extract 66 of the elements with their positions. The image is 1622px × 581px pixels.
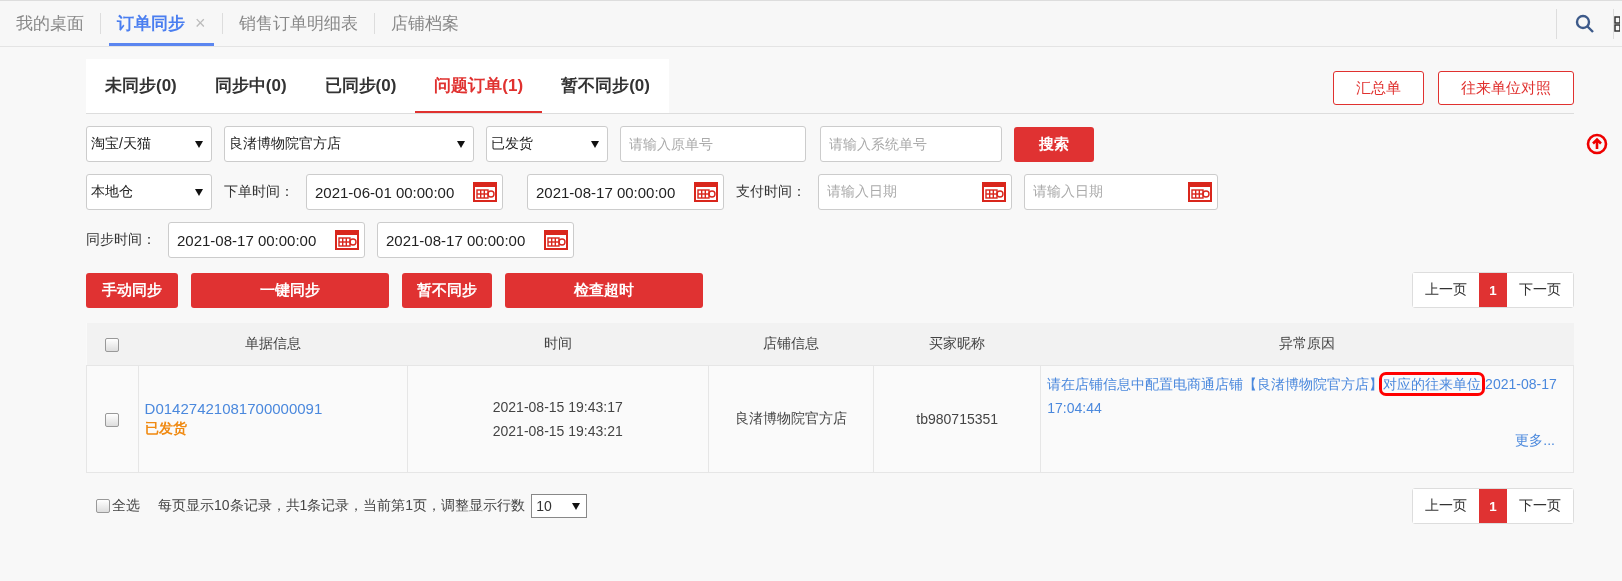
date-field[interactable]: 2021-08-17 00:00:00 — [377, 222, 574, 258]
tab[interactable]: 未同步(0) — [86, 59, 196, 113]
time-text: 2021-08-15 19:43:17 — [491, 398, 624, 417]
tab[interactable]: 暂不同步(0) — [542, 59, 669, 113]
checkbox[interactable] — [105, 338, 120, 353]
action-button[interactable]: 检查超时 — [505, 272, 703, 308]
upload-icon[interactable] — [1586, 133, 1608, 155]
time-text: 2021-08-15 19:43:21 — [491, 422, 624, 441]
caret-icon — [195, 188, 203, 196]
dropdown[interactable]: 淘宝/天猫 — [86, 126, 212, 162]
date-field[interactable]: 2021-06-01 00:00:00 — [306, 174, 503, 210]
search-icon[interactable] — [1575, 13, 1595, 34]
field-label: 同步时间： — [86, 231, 156, 249]
table-cell: 良渚博物院官方店 — [735, 410, 847, 426]
action-button[interactable]: 暂不同步 — [402, 272, 492, 308]
grid-icon[interactable] — [1614, 15, 1620, 32]
tab[interactable]: 问题订单(1) — [415, 59, 543, 113]
date-field[interactable]: 2021-08-17 00:00:00 — [168, 222, 365, 258]
date-field[interactable]: 2021-08-17 00:00:00 — [527, 174, 724, 210]
calendar-icon[interactable] — [1187, 182, 1213, 202]
outline-button[interactable]: 汇总单 — [1333, 71, 1424, 105]
date-field[interactable]: 请输入日期 — [1024, 174, 1218, 210]
action-button[interactable]: 手动同步 — [86, 272, 178, 308]
tab[interactable]: 同步中(0) — [195, 59, 306, 113]
date-field[interactable]: 请输入日期 — [818, 174, 1012, 210]
calendar-icon[interactable] — [693, 182, 719, 202]
tab[interactable]: 已同步(0) — [305, 59, 416, 113]
field-label: 支付时间： — [736, 183, 806, 201]
dropdown[interactable]: 已发货 — [486, 126, 608, 162]
dropdown[interactable]: 本地仓 — [86, 174, 212, 210]
column-header: 单据信息 — [244, 335, 301, 351]
calendar-icon[interactable] — [543, 230, 569, 250]
order-link[interactable]: D01427421081700000091 — [144, 400, 406, 417]
column-header: 时间 — [543, 335, 572, 351]
page-number-button[interactable]: 1 — [1479, 273, 1507, 307]
tab[interactable]: 店铺档案 — [382, 1, 467, 46]
table-cell: tb980715351 — [916, 411, 999, 427]
tab[interactable]: 我的桌面 — [8, 1, 92, 46]
calendar-icon[interactable] — [981, 182, 1007, 202]
page-summary: 每页显示10条记录，共1条记录，当前第1页，调整显示行数 — [158, 497, 526, 515]
more-link[interactable]: 更多... — [1047, 432, 1555, 450]
tab[interactable]: 订单同步 × — [109, 1, 214, 46]
page-size-dropdown[interactable]: 10 — [531, 494, 587, 518]
caret-icon — [457, 140, 465, 148]
tab[interactable]: 销售订单明细表 — [230, 1, 366, 46]
action-button[interactable]: 一键同步 — [191, 272, 389, 308]
caret-icon — [571, 502, 580, 510]
checkbox[interactable] — [105, 413, 120, 428]
page-number-button[interactable]: 1 — [1479, 489, 1507, 523]
checkbox-label: 全选 — [112, 497, 140, 515]
column-header: 买家昵称 — [929, 335, 986, 351]
column-header: 店铺信息 — [763, 335, 819, 351]
column-header: 异常原因 — [1279, 335, 1336, 351]
calendar-icon[interactable] — [334, 230, 360, 250]
calendar-icon[interactable] — [472, 182, 498, 202]
caret-icon — [591, 140, 599, 148]
field-label: 下单时间： — [224, 183, 294, 201]
caret-icon — [195, 140, 203, 148]
input-field[interactable]: 请输入原单号 — [620, 126, 806, 162]
input-field[interactable]: 请输入系统单号 — [820, 126, 1002, 162]
outline-button[interactable]: 往来单位对照 — [1438, 71, 1574, 105]
dropdown[interactable]: 良渚博物院官方店 — [224, 126, 474, 162]
search-button[interactable]: 搜索 — [1014, 126, 1094, 162]
error-message: 请在店铺信息中配置电商通店铺【良渚博物院官方店】对应的往来单位 2021-08-17 17:04:44 — [1047, 372, 1567, 420]
checkbox[interactable] — [96, 499, 110, 513]
status-text: 已发货 — [144, 420, 188, 438]
